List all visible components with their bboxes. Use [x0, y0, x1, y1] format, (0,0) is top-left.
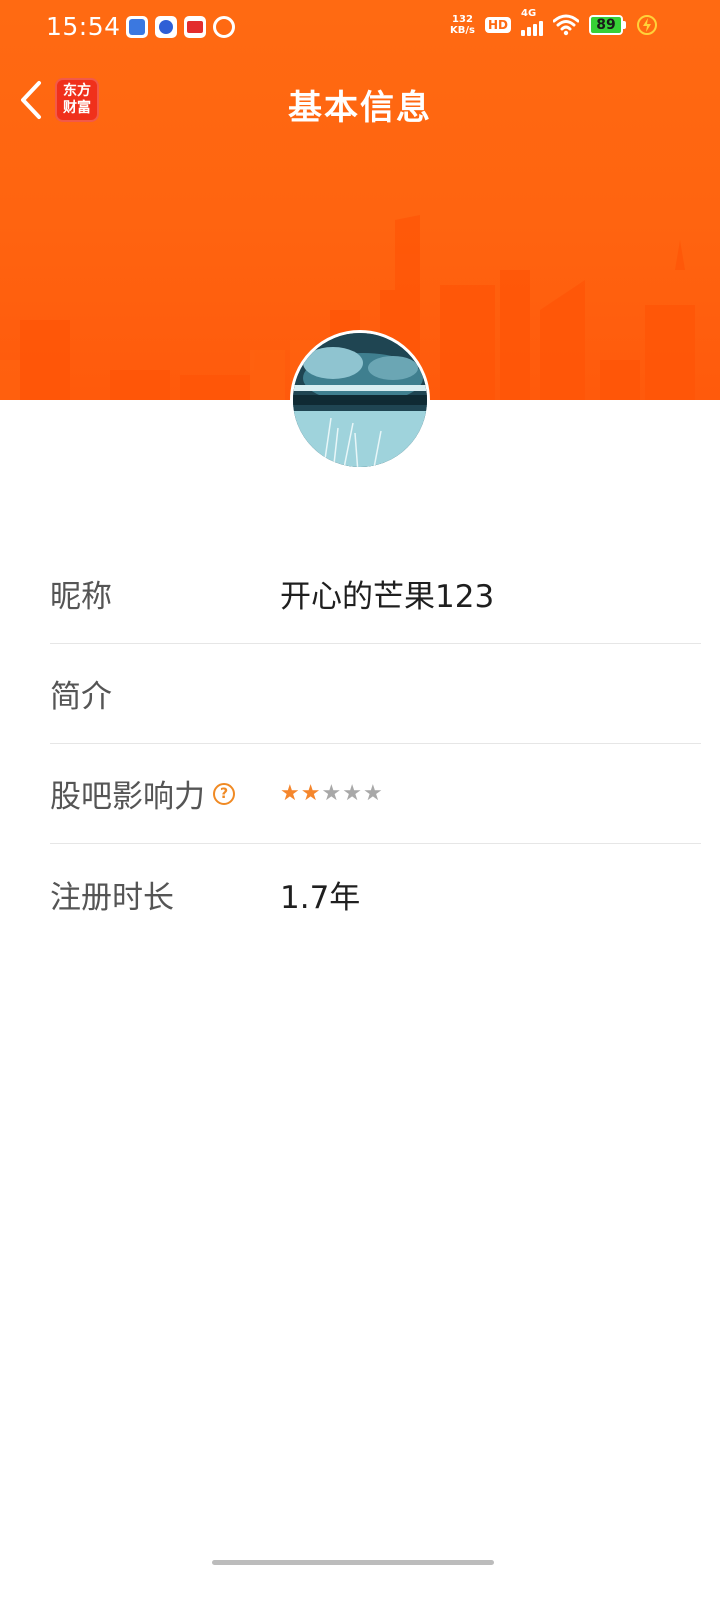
influence-rating: ★ ★ ★ ★ ★	[280, 781, 383, 806]
registration-duration-row: 注册时长 1.7年	[50, 844, 701, 944]
mail-app-icon	[126, 16, 148, 38]
charging-icon	[637, 15, 657, 35]
star-icon: ★	[280, 781, 300, 806]
status-bar: 15:54 132 KB/s HD 4G 89	[0, 0, 720, 56]
influence-row: 股吧影响力 ? ★ ★ ★ ★ ★	[50, 744, 701, 844]
influence-label: 股吧影响力	[50, 779, 205, 815]
news-app-icon	[184, 16, 206, 38]
nickname-value: 开心的芒果123	[280, 579, 495, 615]
home-indicator[interactable]	[212, 1560, 494, 1565]
registration-duration-value: 1.7年	[280, 879, 361, 916]
bio-label: 简介	[50, 679, 112, 715]
cellular-signal-icon: 4G	[521, 8, 543, 36]
star-icon: ★	[321, 781, 342, 806]
page-title: 基本信息	[288, 88, 432, 128]
sync-app-icon	[213, 16, 235, 38]
avatar[interactable]	[290, 330, 430, 470]
nickname-label: 昵称	[50, 579, 112, 615]
system-status-icons: 132 KB/s HD 4G 89	[450, 8, 658, 36]
question-circle-icon[interactable]: ?	[213, 782, 235, 805]
wifi-icon	[553, 14, 579, 36]
navigation-bar: 东方 财富 基本信息	[0, 72, 720, 132]
profile-info-list: 昵称 开心的芒果123 简介 股吧影响力 ? ★ ★ ★ ★ ★ 注册时长 1.7年	[50, 544, 701, 944]
star-icon: ★	[362, 781, 383, 806]
registration-duration-label: 注册时长	[50, 879, 174, 916]
network-speed: 132 KB/s	[450, 14, 475, 36]
baidu-app-icon	[155, 16, 177, 38]
status-time: 15:54	[46, 12, 121, 41]
influence-label-group: 股吧影响力 ?	[50, 771, 280, 816]
signal-type-label: 4G	[521, 8, 537, 19]
nickname-row[interactable]: 昵称 开心的芒果123	[50, 544, 701, 644]
avatar-image	[293, 333, 427, 467]
bio-row[interactable]: 简介	[50, 644, 701, 744]
network-speed-value: 132	[452, 14, 473, 25]
battery-level: 89	[589, 15, 623, 35]
network-speed-unit: KB/s	[450, 25, 475, 36]
notification-icons	[126, 16, 235, 38]
star-icon: ★	[300, 781, 321, 806]
star-icon: ★	[342, 781, 362, 806]
battery-icon: 89	[589, 15, 626, 35]
hd-badge: HD	[484, 17, 511, 33]
